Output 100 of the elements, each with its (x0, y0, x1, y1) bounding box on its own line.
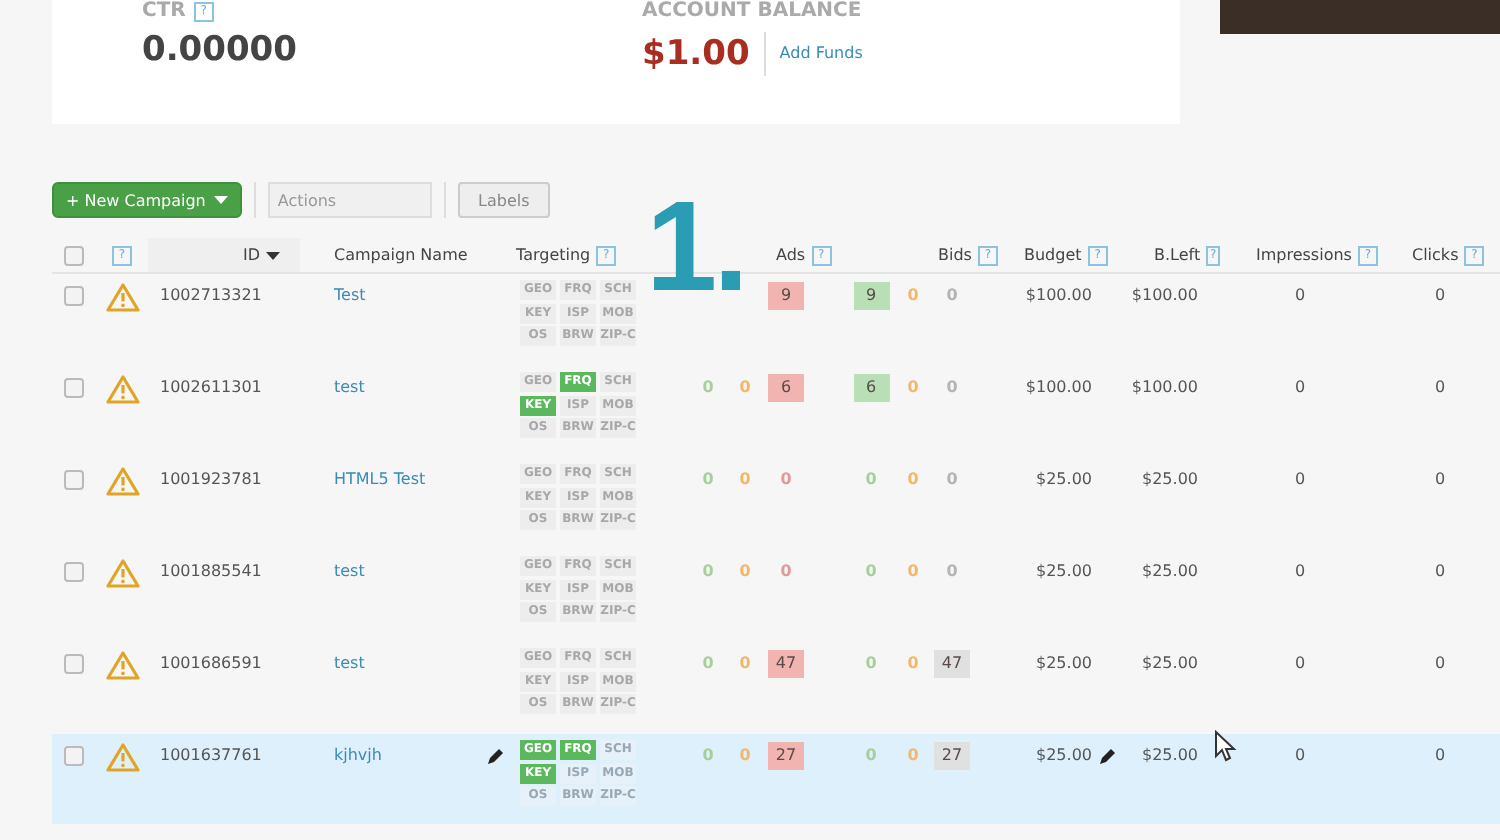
clicks-value: 0 (1434, 378, 1446, 396)
column-header[interactable]: Ads (776, 246, 806, 264)
count: 0 (863, 652, 879, 676)
labels-button[interactable]: Labels (457, 182, 550, 218)
impressions-value: 0 (1294, 378, 1306, 396)
budget-value: $25.00 (1036, 654, 1092, 672)
campaign-id: 1001885541 (160, 562, 262, 580)
count: 0 (700, 560, 716, 584)
budget-left-value: $100.00 (1131, 286, 1198, 304)
count: 0 (905, 744, 921, 768)
clicks-value: 0 (1434, 286, 1446, 304)
campaign-id: 1001686591 (160, 654, 262, 672)
row-checkbox[interactable] (64, 378, 84, 398)
row-checkbox[interactable] (64, 654, 84, 674)
column-header[interactable]: ID (242, 246, 260, 264)
count-badge: 9 (768, 282, 804, 310)
stat-value: 0.00000 (142, 30, 299, 70)
campaign-name-link[interactable]: test (334, 378, 365, 396)
campaign-name-link[interactable]: Test (334, 286, 366, 304)
budget-value: $25.00 (1036, 470, 1092, 488)
warning-icon (105, 282, 139, 312)
count: 0 (905, 652, 921, 676)
budget-value: $25.00 (1036, 746, 1092, 764)
count: 0 (905, 284, 921, 308)
count: 0 (905, 376, 921, 400)
impressions-value: 0 (1294, 746, 1306, 764)
row-checkbox[interactable] (64, 562, 84, 582)
count: 0 (863, 744, 879, 768)
budget-value: $100.00 (1025, 378, 1092, 396)
row-checkbox[interactable] (64, 746, 84, 766)
warning-icon (105, 466, 139, 496)
campaign-name-link[interactable]: kjhvjh (334, 746, 382, 764)
count-badge: 9 (853, 282, 889, 310)
warning-icon (105, 650, 139, 680)
row-checkbox[interactable] (64, 286, 84, 306)
step-number: 1. (646, 176, 745, 316)
count: 0 (863, 560, 879, 584)
impressions-value: 0 (1294, 470, 1306, 488)
stat-label: ACCOUNT BALANCE (642, 0, 864, 24)
mouse-pointer-icon (1214, 730, 1238, 762)
column-header[interactable]: Impressions (1256, 246, 1352, 264)
row-checkbox[interactable] (64, 470, 84, 490)
campaign-name-link[interactable]: test (334, 654, 365, 672)
count: 0 (905, 468, 921, 492)
column-header[interactable]: Budget (1024, 246, 1082, 264)
select-all-checkbox[interactable] (64, 245, 84, 265)
count: 0 (737, 652, 753, 676)
actions-field[interactable]: Actions (267, 182, 432, 218)
pencil-icon (1098, 748, 1116, 766)
column-header[interactable]: B.Left (1154, 246, 1201, 264)
budget-value: $25.00 (1036, 562, 1092, 580)
count-badge: 47 (768, 650, 804, 678)
campaign-name-link[interactable]: test (334, 562, 365, 580)
count: 0 (737, 468, 753, 492)
count: 0 (737, 744, 753, 768)
column-header[interactable]: Clicks (1412, 246, 1459, 264)
count: 0 (778, 468, 794, 492)
clicks-value: 0 (1434, 470, 1446, 488)
count: 0 (700, 468, 716, 492)
campaign-id: 1002611301 (160, 378, 262, 396)
campaign-id: 1001923781 (160, 470, 262, 488)
column-header[interactable]: Campaign Name (334, 246, 468, 264)
clicks-value: 0 (1434, 654, 1446, 672)
count: 0 (700, 744, 716, 768)
warning-icon (105, 742, 139, 772)
impressions-value: 0 (1294, 562, 1306, 580)
clicks-value: 0 (1434, 562, 1446, 580)
campaign-name-link[interactable]: HTML5 Test (334, 470, 426, 488)
column-header[interactable]: Targeting (516, 246, 591, 264)
count-badge: 6 (853, 374, 889, 402)
column-header[interactable]: Bids (938, 246, 972, 264)
budget-left-value: $25.00 (1142, 746, 1198, 764)
count: 0 (944, 376, 960, 400)
add-funds-link[interactable]: Add Funds (763, 32, 863, 76)
count-badge: 27 (934, 742, 970, 770)
balance-value: $1.00 (642, 34, 750, 74)
pencil-icon (486, 748, 504, 766)
budget-left-value: $100.00 (1131, 378, 1198, 396)
budget-left-value: $25.00 (1142, 470, 1198, 488)
stat-label: CTR (142, 0, 186, 24)
count: 0 (737, 560, 753, 584)
count: 0 (905, 560, 921, 584)
count-badge: 47 (934, 650, 970, 678)
warning-icon (105, 374, 139, 404)
count: 0 (863, 468, 879, 492)
count: 0 (778, 560, 794, 584)
count-badge: 27 (768, 742, 804, 770)
budget-left-value: $25.00 (1142, 654, 1198, 672)
warning-icon (105, 558, 139, 588)
count: 0 (944, 284, 960, 308)
count: 0 (700, 652, 716, 676)
campaign-id: 1001637761 (160, 746, 262, 764)
budget-left-value: $25.00 (1142, 562, 1198, 580)
count: 0 (944, 560, 960, 584)
impressions-value: 0 (1294, 286, 1306, 304)
count: 0 (700, 376, 716, 400)
campaign-id: 1002713321 (160, 286, 262, 304)
new-campaign-button[interactable]: + New Campaign (52, 182, 242, 218)
caret-icon (213, 196, 228, 204)
budget-value: $100.00 (1025, 286, 1092, 304)
